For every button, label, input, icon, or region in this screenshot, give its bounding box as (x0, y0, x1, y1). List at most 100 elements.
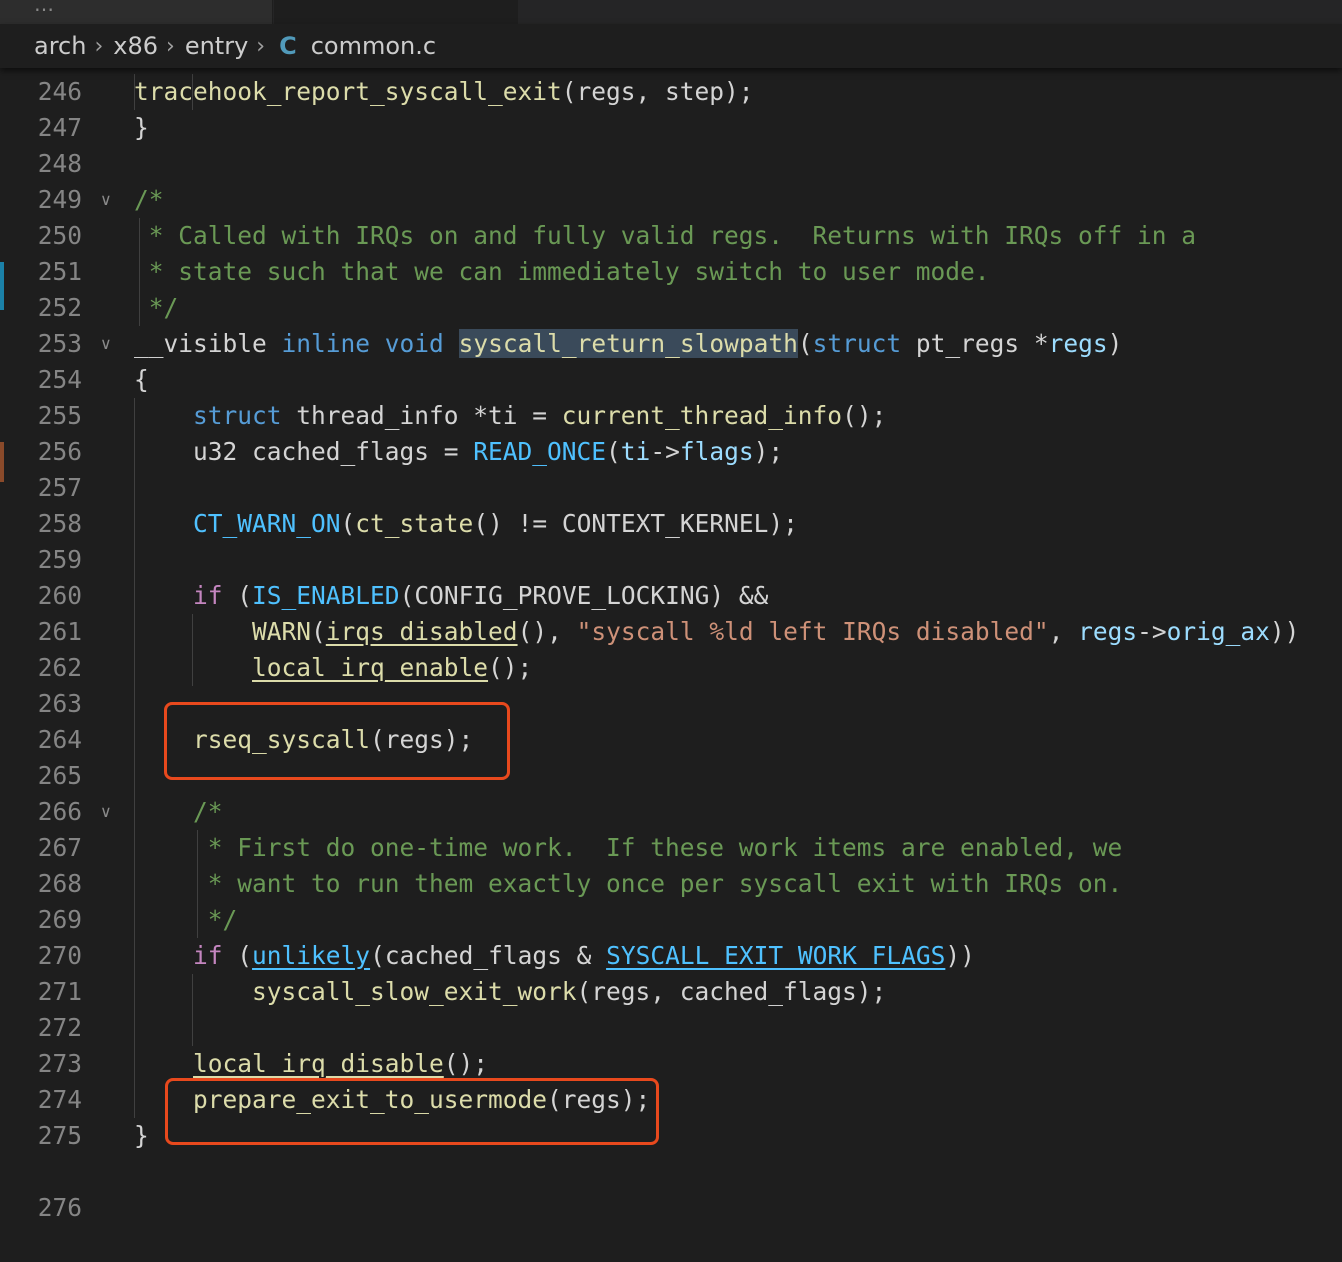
c-file-icon: C (279, 32, 297, 60)
highlight-box-rseq (164, 702, 510, 780)
code-token: "syscall %ld left IRQs disabled" (576, 617, 1049, 646)
code-text: syscall_slow_exit_work(regs, cached_flag… (134, 974, 886, 1010)
code-editor[interactable]: 276 246 tracehook_report_syscall_exit(reg… (0, 0, 1342, 1222)
line-number: 254 (37, 365, 82, 394)
code-line[interactable]: 248 (0, 146, 1342, 182)
code-line[interactable]: 266 ∨ /* (0, 794, 1342, 830)
fold-chevron-icon[interactable]: ∨ (100, 326, 112, 362)
code-line[interactable]: 267 * First do one-time work. If these w… (0, 830, 1342, 866)
code-token: (); (443, 1049, 489, 1078)
code-line[interactable]: 256 u32 cached_flags = READ_ONCE(ti->fla… (0, 434, 1342, 470)
line-number: 250 (37, 221, 82, 250)
code-line[interactable]: 254 { (0, 362, 1342, 398)
code-text: WARN(irqs_disabled(), "syscall %ld left … (134, 614, 1299, 650)
code-line[interactable]: 272 (0, 1010, 1342, 1046)
line-number: 255 (37, 401, 82, 430)
code-token: (CONFIG_PROVE_LOCKING) && (399, 581, 769, 610)
code-token: orig_ax (1166, 617, 1270, 646)
line-number: 267 (37, 833, 82, 862)
code-token: regs (1078, 617, 1138, 646)
code-token: /* (134, 185, 164, 214)
code-text: /* (134, 182, 164, 218)
code-token: WARN (252, 617, 312, 646)
code-token: local_irq_enable (252, 653, 489, 682)
code-token: __visible (134, 329, 282, 358)
code-token: irqs_disabled (325, 617, 518, 646)
chevron-right-icon: › (94, 33, 104, 59)
code-token: struct (812, 329, 902, 358)
code-token: * want to run them exactly once per sysc… (193, 869, 1123, 898)
code-line[interactable]: 269 */ (0, 902, 1342, 938)
code-line[interactable]: 250 * Called with IRQs on and fully vali… (0, 218, 1342, 254)
code-line[interactable]: 251 * state such that we can immediately… (0, 254, 1342, 290)
code-line[interactable]: 262 local_irq_enable(); (0, 650, 1342, 686)
line-number: 266 (37, 797, 82, 826)
code-line[interactable]: 273 local_irq_disable(); (0, 1046, 1342, 1082)
breadcrumb-item-x86[interactable]: x86 (113, 32, 158, 60)
code-token: void (384, 329, 444, 358)
line-number: 269 (37, 905, 82, 934)
code-line[interactable]: 252 */ (0, 290, 1342, 326)
line-number: 258 (37, 509, 82, 538)
line-number: 265 (37, 761, 82, 790)
line-number: 248 (37, 149, 82, 178)
code-token: current_thread_info (561, 401, 843, 430)
code-line[interactable]: 247} (0, 110, 1342, 146)
code-token: )) (1269, 617, 1300, 646)
code-token: -> (1137, 617, 1167, 646)
code-text: CT_WARN_ON(ct_state() != CONTEXT_KERNEL)… (134, 506, 798, 542)
fold-chevron-icon[interactable]: ∨ (100, 794, 112, 830)
code-line[interactable]: 260 if (IS_ENABLED(CONFIG_PROVE_LOCKING)… (0, 578, 1342, 614)
code-token: regs (1048, 329, 1108, 358)
code-line[interactable]: 253 ∨ __visible inline void syscall_return… (0, 326, 1342, 362)
code-token: (regs, cached_flags); (576, 977, 887, 1006)
code-text: if (unlikely(cached_flags & SYSCALL_EXIT… (134, 938, 975, 974)
code-line[interactable]: 261 WARN(irqs_disabled(), "syscall %ld l… (0, 614, 1342, 650)
code-line[interactable]: 258 CT_WARN_ON(ct_state() != CONTEXT_KER… (0, 506, 1342, 542)
code-line[interactable]: 257 (0, 470, 1342, 506)
code-token: * First do one-time work. If these work … (193, 833, 1123, 862)
code-token: ) (1107, 329, 1123, 358)
breadcrumb-item-arch[interactable]: arch (34, 32, 86, 60)
line-number: 273 (37, 1049, 82, 1078)
code-line[interactable]: 271 syscall_slow_exit_work(regs, cached_… (0, 974, 1342, 1010)
line-number: 274 (37, 1085, 82, 1114)
chevron-right-icon: › (256, 33, 266, 59)
code-token: * Called with IRQs on and fully valid re… (134, 221, 1197, 250)
code-text: */ (134, 290, 179, 326)
line-number: 260 (37, 581, 82, 610)
code-line[interactable]: 270 if (unlikely(cached_flags & SYSCALL_… (0, 938, 1342, 974)
code-token: if (193, 941, 223, 970)
code-token: CT_WARN_ON (193, 509, 341, 538)
line-number: 256 (37, 437, 82, 466)
code-text: } (134, 110, 149, 146)
code-token: -> (650, 437, 680, 466)
code-text: u32 cached_flags = READ_ONCE(ti->flags); (134, 434, 783, 470)
code-line[interactable]: 249 ∨ /* (0, 182, 1342, 218)
breadcrumb-item-file[interactable]: common.c (311, 32, 436, 60)
breadcrumb-item-entry[interactable]: entry (185, 32, 248, 60)
line-number: 275 (37, 1121, 82, 1150)
code-token: (), (517, 617, 577, 646)
code-line[interactable]: 246 tracehook_report_syscall_exit(regs, s… (0, 74, 1342, 110)
line-number: 257 (37, 473, 82, 502)
code-line[interactable]: 259 (0, 542, 1342, 578)
code-line-partial: 276 (0, 1154, 1342, 1222)
code-text: local_irq_enable(); (134, 650, 532, 686)
code-line[interactable]: 255 struct thread_info *ti = current_thr… (0, 398, 1342, 434)
fold-chevron-icon[interactable]: ∨ (100, 182, 112, 218)
code-text: /* (134, 794, 223, 830)
line-number: 253 (37, 329, 82, 358)
code-token: )) (945, 941, 975, 970)
code-token: syscall_return_slowpath (458, 329, 798, 358)
code-token: if (193, 581, 223, 610)
line-number: 276 (37, 1193, 82, 1222)
code-line[interactable]: 268 * want to run them exactly once per … (0, 866, 1342, 902)
